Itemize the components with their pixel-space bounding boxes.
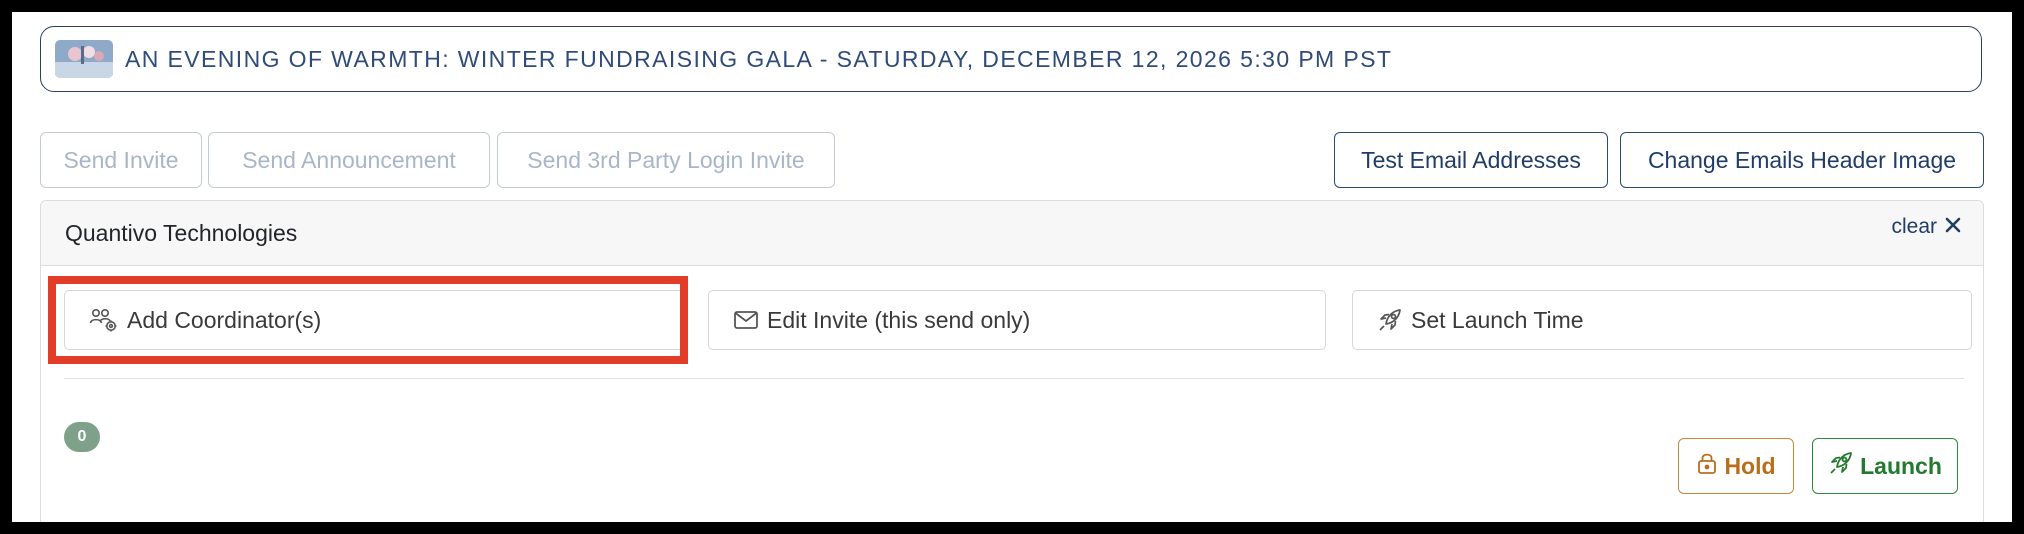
divider <box>64 378 1964 379</box>
launch-button[interactable]: Launch <box>1812 438 1958 494</box>
event-thumbnail-image <box>55 40 113 78</box>
send-third-party-login-invite-button[interactable]: Send 3rd Party Login Invite <box>497 132 835 188</box>
envelope-icon <box>733 309 759 331</box>
hold-button[interactable]: Hold <box>1678 438 1794 494</box>
page: AN EVENING OF WARMTH: WINTER FUNDRAISING… <box>12 12 2012 522</box>
event-title: AN EVENING OF WARMTH: WINTER FUNDRAISING… <box>125 45 1393 72</box>
lock-icon <box>1696 451 1718 481</box>
event-banner: AN EVENING OF WARMTH: WINTER FUNDRAISING… <box>40 26 1982 92</box>
panel-header: Quantivo Technologies clear <box>41 201 1983 266</box>
set-launch-time-label: Set Launch Time <box>1411 306 1584 333</box>
change-emails-header-image-button[interactable]: Change Emails Header Image <box>1620 132 1984 188</box>
test-email-addresses-button[interactable]: Test Email Addresses <box>1334 132 1608 188</box>
panel-title: Quantivo Technologies <box>65 219 298 246</box>
clear-label: clear <box>1891 215 1937 238</box>
clear-link[interactable]: clear <box>1891 215 1961 239</box>
edit-invite-button[interactable]: Edit Invite (this send only) <box>708 290 1326 350</box>
close-icon <box>1945 215 1961 239</box>
hold-label: Hold <box>1724 452 1776 479</box>
users-gear-icon <box>89 307 119 333</box>
set-launch-time-button[interactable]: Set Launch Time <box>1352 290 1972 350</box>
send-announcement-button[interactable]: Send Announcement <box>208 132 490 188</box>
send-invite-button[interactable]: Send Invite <box>40 132 202 188</box>
rocket-icon <box>1377 307 1403 333</box>
count-badge: 0 <box>64 422 100 452</box>
rocket-icon <box>1828 450 1854 482</box>
edit-invite-label: Edit Invite (this send only) <box>767 306 1031 333</box>
add-coordinator-label: Add Coordinator(s) <box>127 306 322 333</box>
launch-label: Launch <box>1860 452 1942 479</box>
add-coordinator-button[interactable]: Add Coordinator(s) <box>64 290 684 350</box>
